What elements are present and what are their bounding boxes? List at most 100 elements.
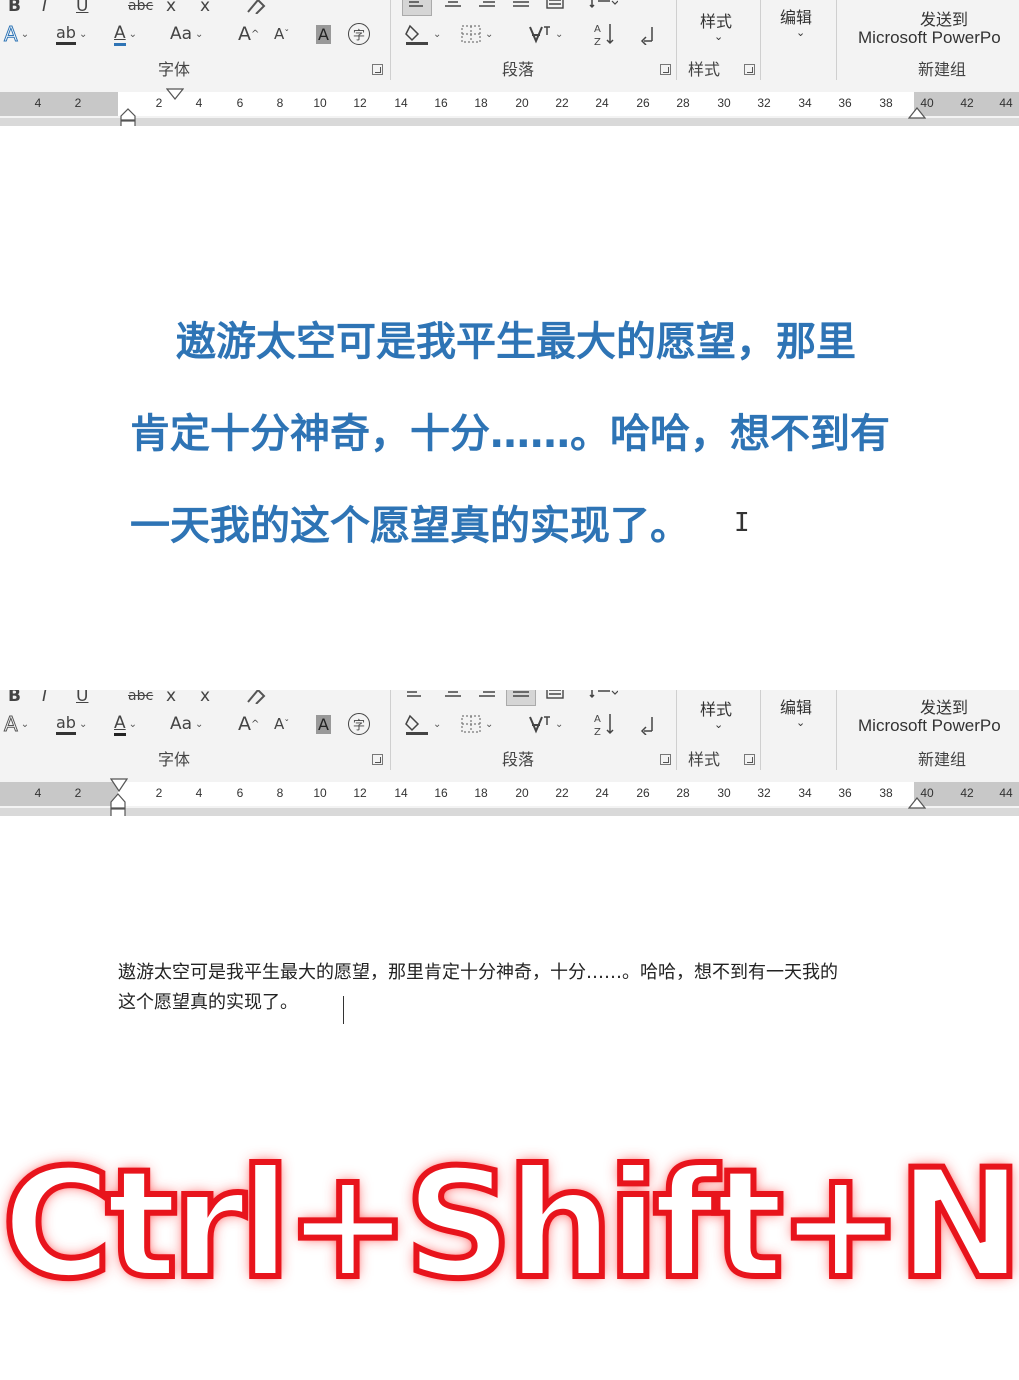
send-to-powerpoint-button[interactable]: 发送到 Microsoft PowerPo (846, 694, 1019, 740)
grow-font-button[interactable]: A ^ (238, 710, 259, 738)
font-group-label: 字体 (158, 60, 191, 79)
ruler-tick: 32 (757, 786, 771, 800)
font-dialog-launcher-icon[interactable] (372, 754, 383, 765)
borders-icon (461, 25, 481, 43)
shrink-font-button[interactable]: Aˇ (274, 710, 289, 738)
align-right-button[interactable] (474, 0, 500, 16)
ruler-tick: 38 (879, 786, 893, 800)
sort-az-icon: AZ (594, 714, 614, 737)
ruler-tick: 20 (515, 786, 529, 800)
shading-button[interactable]: ⌄ (404, 710, 441, 738)
line-spacing-icon[interactable] (588, 690, 618, 706)
align-left-button[interactable] (402, 690, 428, 706)
text-effects-button[interactable]: A ⌄ (4, 710, 30, 738)
right-indent-marker[interactable] (908, 796, 926, 810)
shrink-font-icon: A (274, 715, 285, 733)
paragraph-dialog-launcher-icon[interactable] (660, 754, 671, 765)
clear-format-icon[interactable] (244, 0, 266, 20)
chinese-layout-button[interactable]: ⌄ (526, 20, 563, 48)
borders-button[interactable]: ⌄ (460, 20, 493, 48)
styles-dialog-launcher-icon[interactable] (744, 754, 755, 765)
subscript-button[interactable]: x (166, 0, 176, 20)
enclose-char-button[interactable]: 字 (348, 710, 370, 738)
bold-button[interactable]: B (8, 0, 21, 20)
font-color-button[interactable]: A ⌄ (114, 710, 137, 738)
divider (390, 690, 391, 770)
chevron-down-icon: ⌄ (485, 718, 494, 730)
send-to-label: 发送到 (920, 10, 969, 29)
styles-button[interactable]: 样式 ⌄ (690, 6, 748, 50)
chevron-down-icon: ⌄ (555, 718, 564, 730)
italic-button[interactable]: I (42, 690, 47, 710)
grow-font-button[interactable]: A ^ (238, 20, 259, 48)
align-center-button[interactable] (440, 0, 466, 16)
strikethrough-button[interactable]: abc (128, 0, 153, 20)
send-to-target-label: Microsoft PowerPo (858, 28, 1001, 47)
superscript-button[interactable]: x (200, 690, 210, 710)
highlight-button[interactable]: ab ⌄ (56, 710, 87, 738)
char-shading-button[interactable]: A (316, 20, 331, 48)
paint-bucket-icon (405, 714, 428, 735)
justify-button[interactable] (506, 690, 536, 706)
justify-button[interactable] (508, 0, 534, 16)
bold-button[interactable]: B (8, 690, 21, 710)
styles-dialog-launcher-icon[interactable] (744, 64, 755, 75)
enclose-char-button[interactable]: 字 (348, 20, 370, 48)
chevron-down-icon: ⌄ (485, 28, 494, 40)
superscript-button[interactable]: x (200, 0, 210, 20)
change-case-label: Aa (170, 24, 193, 44)
show-marks-button[interactable] (638, 20, 658, 48)
highlight-icon: ab (56, 23, 76, 45)
underline-button[interactable]: U (76, 690, 88, 710)
ruler-tick: 12 (353, 96, 367, 110)
clear-format-icon[interactable] (244, 690, 266, 710)
italic-button[interactable]: I (42, 0, 47, 20)
editing-button[interactable]: 编辑 ⌄ (772, 2, 830, 46)
strikethrough-button[interactable]: abc (128, 690, 153, 710)
change-case-label: Aa (170, 714, 193, 734)
align-center-button[interactable] (440, 690, 466, 706)
left-indent-marker[interactable] (110, 790, 126, 818)
left-indent-marker[interactable] (120, 108, 136, 128)
ruler-tick: 44 (999, 786, 1013, 800)
first-line-indent-marker[interactable] (166, 88, 184, 100)
distributed-button[interactable] (542, 0, 568, 16)
change-case-button[interactable]: Aa ⌄ (170, 20, 203, 48)
change-case-button[interactable]: Aa ⌄ (170, 710, 203, 738)
font-color-button[interactable]: A ⌄ (114, 20, 137, 48)
subscript-button[interactable]: x (166, 690, 176, 710)
shrink-font-button[interactable]: Aˇ (274, 20, 289, 48)
borders-button[interactable]: ⌄ (460, 710, 493, 738)
formatted-paragraph[interactable]: 遨游太空可是我平生最大的愿望，那里 肯定十分神奇，十分……。哈哈，想不到有 一天… (130, 296, 930, 572)
font-dialog-launcher-icon[interactable] (372, 64, 383, 75)
paint-bucket-icon (405, 24, 428, 45)
send-to-powerpoint-button[interactable]: 发送到 Microsoft PowerPo (846, 6, 1019, 52)
right-indent-marker[interactable] (908, 106, 926, 120)
ribbon-bottom: B I U abc x x A ⌄ ab ⌄ A ⌄ Aa ⌄ A ^ A ˇ … (0, 690, 1019, 778)
plain-paragraph[interactable]: 遨游太空可是我平生最大的愿望，那里肯定十分神奇，十分……。哈哈，想不到有一天我的… (118, 958, 938, 1018)
chinese-layout-button[interactable]: ⌄ (526, 710, 563, 738)
sort-button[interactable]: AZ (592, 710, 616, 738)
enclose-char-icon: 字 (348, 713, 370, 735)
chevron-down-icon: ⌄ (78, 718, 88, 730)
paragraph-dialog-launcher-icon[interactable] (660, 64, 671, 75)
sort-button[interactable]: AZ (592, 20, 616, 48)
distributed-button[interactable] (542, 690, 568, 706)
line-spacing-icon[interactable] (588, 0, 618, 16)
editing-button-label: 编辑 (780, 698, 813, 717)
styles-button[interactable]: 样式 ⌄ (690, 694, 748, 738)
shrink-font-icon: A (274, 25, 285, 43)
show-marks-button[interactable] (638, 710, 658, 738)
shading-button[interactable]: ⌄ (404, 20, 441, 48)
align-right-button[interactable] (474, 690, 500, 706)
ruler-tick: 28 (676, 786, 690, 800)
ruler-tick: 18 (474, 786, 488, 800)
editing-button[interactable]: 编辑 ⌄ (772, 692, 830, 736)
chevron-down-icon: ⌄ (433, 718, 442, 730)
document-page-top[interactable]: 遨游太空可是我平生最大的愿望，那里 肯定十分神奇，十分……。哈哈，想不到有 一天… (0, 126, 1019, 690)
highlight-button[interactable]: ab ⌄ (56, 20, 87, 48)
align-left-button[interactable] (402, 0, 432, 16)
underline-button[interactable]: U (76, 0, 88, 20)
char-shading-button[interactable]: A (316, 710, 331, 738)
text-effects-button[interactable]: A ⌄ (4, 20, 30, 48)
